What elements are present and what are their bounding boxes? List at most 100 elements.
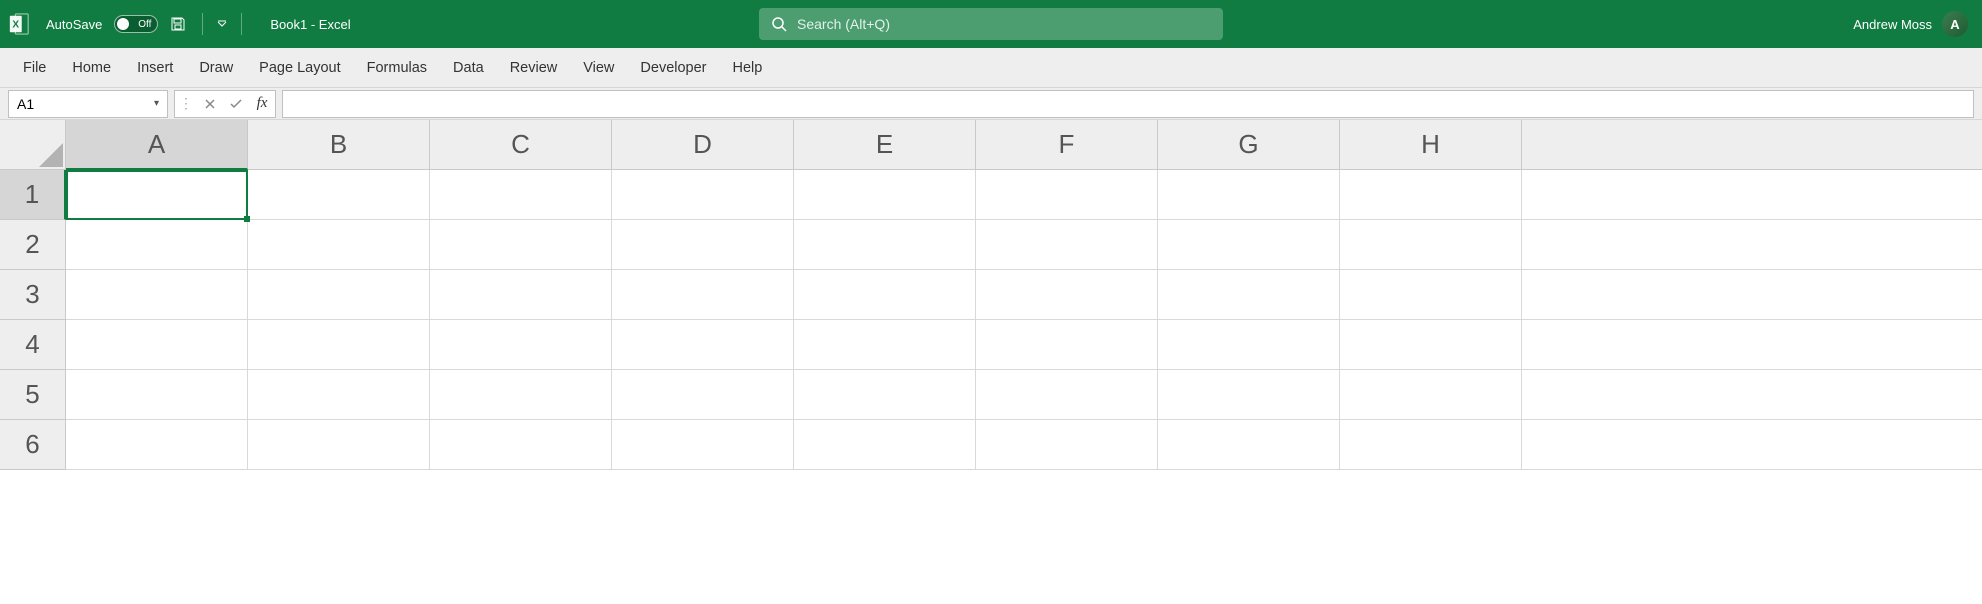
cell-d1[interactable] (612, 170, 794, 220)
tab-page-layout[interactable]: Page Layout (246, 48, 353, 87)
cell-g2[interactable] (1158, 220, 1340, 270)
customize-qat-icon[interactable] (215, 14, 229, 34)
cell-h4[interactable] (1340, 320, 1522, 370)
name-box[interactable]: A1 ▾ (8, 90, 168, 118)
cell-h6[interactable] (1340, 420, 1522, 470)
row-header-6[interactable]: 6 (0, 420, 66, 470)
col-header-c[interactable]: C (430, 120, 612, 170)
cell-a1[interactable] (66, 170, 248, 220)
cell-c5[interactable] (430, 370, 612, 420)
col-header-h[interactable]: H (1340, 120, 1522, 170)
select-all-corner[interactable] (0, 120, 66, 170)
cell-f6[interactable] (976, 420, 1158, 470)
cell-c4[interactable] (430, 320, 612, 370)
col-header-f[interactable]: F (976, 120, 1158, 170)
col-header-b[interactable]: B (248, 120, 430, 170)
cell-e4[interactable] (794, 320, 976, 370)
cell-f1[interactable] (976, 170, 1158, 220)
tab-draw[interactable]: Draw (186, 48, 246, 87)
cell-d5[interactable] (612, 370, 794, 420)
formula-bar[interactable] (282, 90, 1974, 118)
cell-g3[interactable] (1158, 270, 1340, 320)
cell-e2[interactable] (794, 220, 976, 270)
cell-f4[interactable] (976, 320, 1158, 370)
col-header-a[interactable]: A (66, 120, 248, 170)
row-header-3[interactable]: 3 (0, 270, 66, 320)
chevron-down-icon[interactable]: ▾ (154, 98, 159, 109)
col-header-overflow[interactable] (1522, 120, 1982, 170)
insert-function-icon[interactable]: fx (253, 95, 271, 113)
cell-e5[interactable] (794, 370, 976, 420)
tab-review[interactable]: Review (497, 48, 571, 87)
cell-e1[interactable] (794, 170, 976, 220)
qat-separator (202, 13, 203, 35)
cell-g1[interactable] (1158, 170, 1340, 220)
cell-b6[interactable] (248, 420, 430, 470)
cell-c3[interactable] (430, 270, 612, 320)
row-header-5[interactable]: 5 (0, 370, 66, 420)
cell-b1[interactable] (248, 170, 430, 220)
cell-d6[interactable] (612, 420, 794, 470)
cell-h1[interactable] (1340, 170, 1522, 220)
cell-f2[interactable] (976, 220, 1158, 270)
cell-a5[interactable] (66, 370, 248, 420)
col-header-d[interactable]: D (612, 120, 794, 170)
tab-developer[interactable]: Developer (627, 48, 719, 87)
row-header-4[interactable]: 4 (0, 320, 66, 370)
search-input[interactable] (797, 16, 1211, 32)
tab-data[interactable]: Data (440, 48, 497, 87)
col-header-e[interactable]: E (794, 120, 976, 170)
cell-g5[interactable] (1158, 370, 1340, 420)
tab-insert[interactable]: Insert (124, 48, 186, 87)
row-header-2[interactable]: 2 (0, 220, 66, 270)
ribbon-tabs: File Home Insert Draw Page Layout Formul… (0, 48, 1982, 88)
cell-a2[interactable] (66, 220, 248, 270)
cell-d2[interactable] (612, 220, 794, 270)
tab-file[interactable]: File (10, 48, 59, 87)
cell-b3[interactable] (248, 270, 430, 320)
cell-a4[interactable] (66, 320, 248, 370)
cell-overflow-3[interactable] (1522, 270, 1982, 320)
svg-text:X: X (12, 20, 19, 31)
cell-h3[interactable] (1340, 270, 1522, 320)
cell-b2[interactable] (248, 220, 430, 270)
formula-input[interactable] (289, 96, 1967, 112)
cell-overflow-2[interactable] (1522, 220, 1982, 270)
cell-overflow-6[interactable] (1522, 420, 1982, 470)
tab-view[interactable]: View (570, 48, 627, 87)
cell-e3[interactable] (794, 270, 976, 320)
cancel-icon[interactable] (201, 95, 219, 113)
tab-help[interactable]: Help (720, 48, 776, 87)
user-account[interactable]: Andrew Moss A (1853, 11, 1974, 37)
cell-c6[interactable] (430, 420, 612, 470)
col-header-g[interactable]: G (1158, 120, 1340, 170)
cell-a3[interactable] (66, 270, 248, 320)
cell-a6[interactable] (66, 420, 248, 470)
title-bar: X AutoSave Off Book1 - Excel Andrew Moss… (0, 0, 1982, 48)
tab-formulas[interactable]: Formulas (354, 48, 440, 87)
cell-d4[interactable] (612, 320, 794, 370)
cell-d3[interactable] (612, 270, 794, 320)
cell-c1[interactable] (430, 170, 612, 220)
enter-icon[interactable] (227, 95, 245, 113)
cell-overflow-5[interactable] (1522, 370, 1982, 420)
cell-b4[interactable] (248, 320, 430, 370)
cell-e6[interactable] (794, 420, 976, 470)
save-icon[interactable] (166, 12, 190, 36)
cell-g4[interactable] (1158, 320, 1340, 370)
cell-b5[interactable] (248, 370, 430, 420)
row-header-1[interactable]: 1 (0, 170, 66, 220)
cell-overflow-1[interactable] (1522, 170, 1982, 220)
tab-home[interactable]: Home (59, 48, 124, 87)
cell-h2[interactable] (1340, 220, 1522, 270)
cell-f3[interactable] (976, 270, 1158, 320)
search-box[interactable] (759, 8, 1223, 40)
cell-f5[interactable] (976, 370, 1158, 420)
cell-c2[interactable] (430, 220, 612, 270)
cell-g6[interactable] (1158, 420, 1340, 470)
formula-bar-row: A1 ▾ ⋮ fx (0, 88, 1982, 120)
autosave-toggle[interactable]: Off (114, 15, 158, 33)
cell-h5[interactable] (1340, 370, 1522, 420)
cell-overflow-4[interactable] (1522, 320, 1982, 370)
more-icon[interactable]: ⋮ (179, 95, 193, 112)
